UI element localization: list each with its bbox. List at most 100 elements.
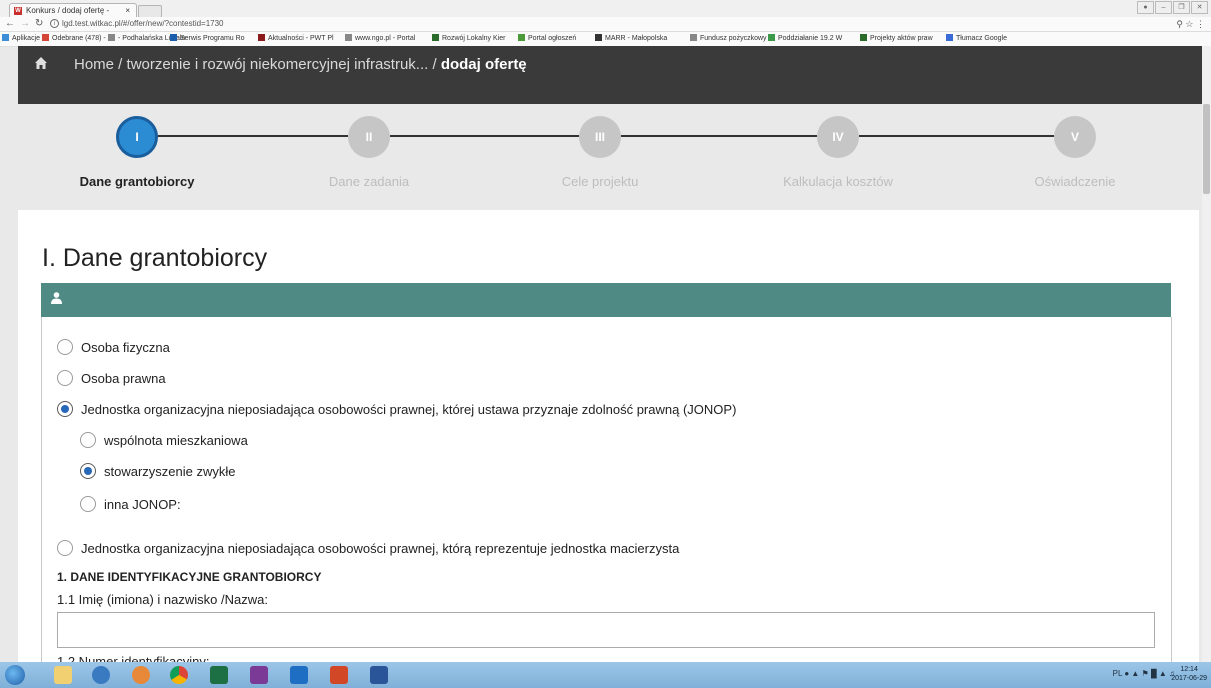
bookmark-item[interactable]: Portal ogłoszeń [518,32,576,46]
step-circle-1[interactable]: I [116,116,158,158]
name-field-label: 1.1 Imię (imiona) i nazwisko /Nazwa: [57,592,268,607]
step-circle-5[interactable]: V [1054,116,1096,158]
info-icon[interactable]: i [50,19,59,28]
bookmarks-bar: Aplikacje Odebrane (478) - zo - Podhalańsk… [0,32,1211,47]
step-connector [621,135,817,137]
word-icon[interactable] [370,666,388,684]
forward-icon[interactable]: → [20,17,30,31]
scrollbar-thumb[interactable] [1203,104,1210,194]
bookmark-favicon-icon [258,34,265,41]
bookmark-item[interactable]: Odebrane (478) - zo [42,32,115,46]
bookmark-item[interactable]: Rozwój Lokalny Kier [432,32,505,46]
start-button-icon[interactable] [5,665,25,685]
bookmark-item[interactable]: Tłumacz Google [946,32,1007,46]
bookmark-favicon-icon [170,34,177,41]
bookmark-item[interactable]: Projekty aktów praw [860,32,933,46]
bookmark-favicon-icon [768,34,775,41]
radio-osoba-fizyczna[interactable] [57,339,73,355]
bookmark-favicon-icon [946,34,953,41]
back-icon[interactable]: ← [5,17,15,31]
step-connector [158,135,348,137]
radio-jednostka-macierzysta[interactable] [57,540,73,556]
step-label-3[interactable]: Cele projektu [562,174,639,189]
reload-icon[interactable]: ↻ [35,17,43,31]
radio-label-osoba-prawna[interactable]: Osoba prawna [81,371,166,386]
user-profile-icon[interactable]: ● [1137,1,1154,14]
file-explorer-icon[interactable] [54,666,72,684]
bookmark-item[interactable]: Poddziałanie 19.2 W [768,32,842,46]
bookmark-item[interactable]: Fundusz pożyczkowy [690,32,767,46]
panel-header [41,283,1171,317]
user-icon [51,292,62,304]
onenote-icon[interactable] [250,666,268,684]
radio-osoba-prawna[interactable] [57,370,73,386]
bookmark-favicon-icon [860,34,867,41]
windows-taskbar: PL ● ▲ ⚑ █ ▲ ♫ 12:14 2017-06-29 [0,662,1211,688]
address-bar: ← → ↻ i lgd.test.witkac.pl/#/offer/new/?… [0,17,1211,32]
zoom-star-menu-icons[interactable]: ⚲ ☆ ⋮ [1176,17,1205,31]
radio-label-wspolnota[interactable]: wspólnota mieszkaniowa [104,433,248,448]
system-tray[interactable]: PL ● ▲ ⚑ █ ▲ ♫ [1113,669,1175,678]
browser-tab-strip: W Konkurs / dodaj ofertę - × ● – ❐ ✕ [0,0,1211,18]
breadcrumb-current: dodaj ofertę [440,56,527,73]
step-label-5[interactable]: Oświadczenie [1035,174,1116,189]
step-circle-4[interactable]: IV [817,116,859,158]
bookmark-label: Odebrane (478) - zo [52,35,116,42]
radio-inna-jonop[interactable] [80,496,96,512]
radio-jonop[interactable] [57,401,73,417]
name-input[interactable] [57,612,1155,648]
radio-label-jonop[interactable]: Jednostka organizacyjna nieposiadająca o… [81,402,736,417]
bookmark-item[interactable]: Aktualności - PWT Pl [258,32,334,46]
bookmark-favicon-icon [345,34,352,41]
chrome-icon[interactable] [170,666,188,684]
breadcrumb-contest[interactable]: tworzenie i rozwój niekomercyjnej infras… [127,56,437,73]
section-heading-identification: 1. DANE IDENTYFIKACYJNE GRANTOBIORCY [57,570,322,584]
step-connector [390,135,579,137]
radio-label-inna-jonop[interactable]: inna JONOP: [104,497,181,512]
step-circle-2[interactable]: II [348,116,390,158]
browser-tab[interactable]: W Konkurs / dodaj ofertę - × [9,3,137,17]
site-navbar [18,46,1211,104]
site-favicon-icon: W [14,7,22,15]
bookmark-favicon-icon [432,34,439,41]
radio-wspolnota-mieszkaniowa[interactable] [80,432,96,448]
radio-label-stowarzyszenie[interactable]: stowarzyszenie zwykłe [104,464,236,479]
bookmark-label: MARR - Małopolska [605,35,668,42]
radio-stowarzyszenie-zwykle[interactable] [80,463,96,479]
restore-icon[interactable]: ❐ [1173,1,1190,14]
bookmark-label: Serwis Programu Ro [180,35,245,42]
home-icon[interactable] [34,56,48,70]
bookmark-label: Aktualności - PWT Pl [268,35,334,42]
bookmark-item[interactable]: MARR - Małopolska [595,32,667,46]
bookmark-item[interactable]: Serwis Programu Ro [170,32,245,46]
powerpoint-icon[interactable] [330,666,348,684]
radio-label-macierzysta[interactable]: Jednostka organizacyjna nieposiadająca o… [81,541,679,556]
radio-label-osoba-fizyczna[interactable]: Osoba fizyczna [81,340,170,355]
bookmark-item[interactable]: www.ngo.pl - Portal [345,32,415,46]
bookmark-label: Aplikacje [12,35,41,42]
url-field[interactable]: lgd.test.witkac.pl/#/offer/new/?contesti… [62,17,224,31]
step-connector [859,135,1054,137]
step-label-1[interactable]: Dane grantobiorcy [80,174,195,189]
clock-date: 2017-06-29 [1171,675,1207,682]
bookmark-favicon-icon [42,34,49,41]
tab-close-icon[interactable]: × [125,4,130,18]
language-indicator[interactable]: PL [1113,669,1123,678]
excel-icon[interactable] [210,666,228,684]
bookmark-item[interactable]: Aplikacje [2,32,40,46]
breadcrumb-home[interactable]: Home / [74,56,122,73]
bookmark-favicon-icon [690,34,697,41]
step-label-2[interactable]: Dane zadania [329,174,409,189]
close-window-icon[interactable]: ✕ [1191,1,1208,14]
bookmark-favicon-icon [108,34,115,41]
clock[interactable]: 12:14 2017-06-29 [1171,665,1207,683]
bookmark-label: Rozwój Lokalny Kier [442,35,506,42]
step-circle-3[interactable]: III [579,116,621,158]
clock-time: 12:14 [1180,666,1198,673]
step-label-4[interactable]: Kalkulacja kosztów [783,174,893,189]
media-player-icon[interactable] [92,666,110,684]
bookmark-favicon-icon [2,34,9,41]
media-center-icon[interactable] [132,666,150,684]
outlook-icon[interactable] [290,666,308,684]
minimize-icon[interactable]: – [1155,1,1172,14]
